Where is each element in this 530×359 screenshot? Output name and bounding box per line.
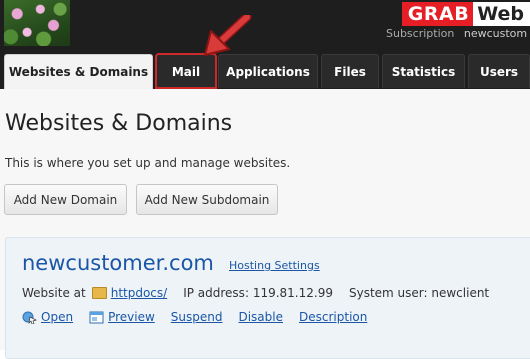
- page-title: Websites & Domains: [5, 111, 233, 136]
- domain-panel: newcustomer.com Hosting Settings Website…: [5, 237, 530, 359]
- main-content: Websites & Domains This is where you set…: [0, 89, 530, 359]
- open-icon: [22, 311, 37, 324]
- tab-users[interactable]: Users: [468, 54, 530, 88]
- subscription-label: Subscription: [386, 27, 455, 40]
- disable-action[interactable]: Disable: [238, 310, 283, 324]
- brand-logo: GRAB Web: [401, 2, 530, 26]
- brand-grab: GRAB: [401, 2, 474, 26]
- add-new-subdomain-button[interactable]: Add New Subdomain: [136, 184, 278, 215]
- preview-icon: [89, 311, 104, 323]
- suspend-action[interactable]: Suspend: [171, 310, 223, 324]
- top-header: GRAB Web Subscription newcustom: [0, 0, 530, 49]
- domain-actions: Open Preview Suspend Disable Description: [22, 310, 383, 324]
- open-action[interactable]: Open: [22, 310, 73, 324]
- annotation-arrow-icon: [204, 15, 252, 56]
- site-logo-image: [4, 0, 70, 46]
- tab-mail[interactable]: Mail: [155, 53, 217, 89]
- main-tabs: Websites & Domains Mail Applications Fil…: [0, 49, 530, 89]
- system-user-label: System user:: [348, 286, 428, 300]
- domain-info-row: Website at httpdocs/ IP address: 119.81.…: [22, 286, 489, 300]
- tab-statistics[interactable]: Statistics: [382, 54, 465, 88]
- description-action[interactable]: Description: [299, 310, 367, 324]
- add-new-domain-button[interactable]: Add New Domain: [4, 184, 127, 215]
- preview-action[interactable]: Preview: [89, 310, 155, 324]
- hosting-settings-link[interactable]: Hosting Settings: [229, 259, 320, 272]
- brand-web: Web: [473, 2, 530, 26]
- subscription-value[interactable]: newcustom: [464, 27, 527, 40]
- ip-value: 119.81.12.99: [252, 286, 333, 300]
- preview-label: Preview: [108, 310, 155, 324]
- subscription-info: Subscription newcustom: [386, 27, 527, 40]
- ip-label: IP address:: [183, 286, 249, 300]
- website-at-label: Website at: [22, 286, 86, 300]
- tab-files[interactable]: Files: [321, 54, 379, 88]
- open-label: Open: [41, 310, 74, 324]
- tab-applications[interactable]: Applications: [218, 54, 318, 88]
- page-description: This is where you set up and manage webs…: [5, 156, 291, 170]
- tab-websites-domains[interactable]: Websites & Domains: [4, 54, 153, 89]
- folder-icon: [91, 287, 107, 299]
- system-user-value: newclient: [431, 286, 490, 300]
- domain-name-link[interactable]: newcustomer.com: [22, 251, 214, 275]
- docroot-link[interactable]: httpdocs/: [111, 286, 167, 300]
